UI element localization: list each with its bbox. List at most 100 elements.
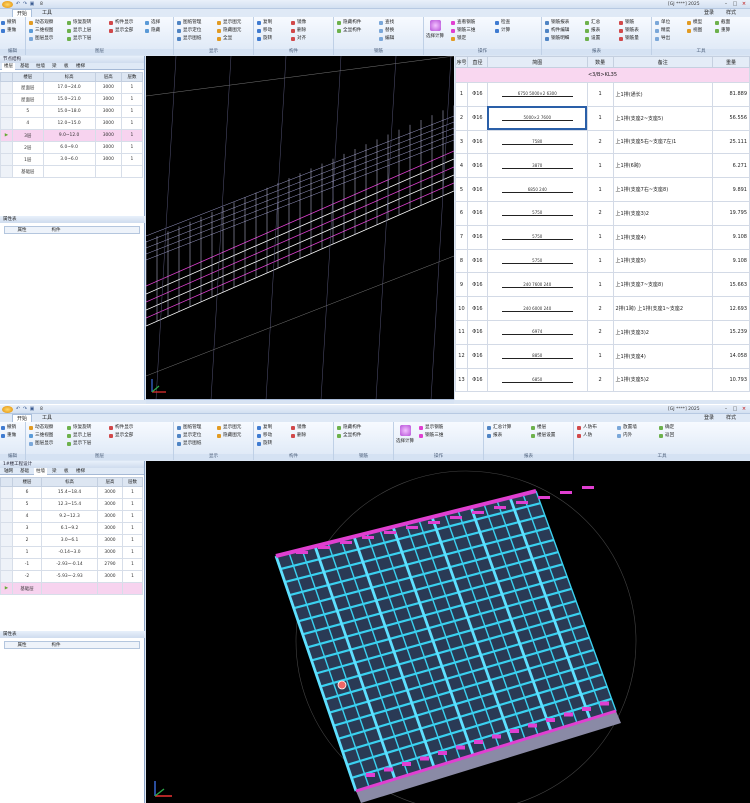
table-cell[interactable]: 10.793	[712, 367, 750, 393]
login-link[interactable]: 登录	[700, 414, 718, 422]
section-button[interactable]: 截面	[714, 19, 730, 26]
table-cell[interactable]: 1	[455, 82, 468, 107]
rebar-button[interactable]: 钢筋	[618, 19, 634, 26]
report-button[interactable]: 报表	[486, 432, 502, 439]
rebar-sketch[interactable]: 5750	[486, 200, 588, 226]
drawing-manage-button[interactable]: 图纸管理	[176, 19, 201, 26]
show-component-button[interactable]: 全显构件	[336, 27, 361, 34]
rebar-row[interactable]: 13 Φ16 6850 2 上1排(支座5)2 10.793	[455, 367, 750, 393]
select-calc-button[interactable]: 选择计算	[396, 424, 414, 450]
table-row[interactable]: 屋面层 17.0~24.0 3000 1	[0, 81, 144, 94]
component-edit-button[interactable]: 构件编辑	[544, 27, 569, 34]
login-link[interactable]: 登录	[700, 9, 718, 17]
table-row[interactable]: 4 9.2~12.3 3000 1	[0, 510, 144, 523]
table-row[interactable]: 基础层	[0, 165, 144, 178]
row-marker[interactable]	[0, 93, 13, 106]
table-cell[interactable]: 3000	[97, 534, 123, 547]
show-all-button[interactable]: 显示全部	[108, 27, 133, 34]
table-cell[interactable]: Φ16	[466, 224, 488, 250]
table-cell[interactable]: 屋面层	[12, 81, 44, 94]
rebar-row[interactable]: 7 Φ16 5750 1 上1排(支座4) 9.108	[455, 224, 750, 250]
table-cell[interactable]: 上1排(支座3)2	[612, 319, 714, 345]
style-menu[interactable]: 样式	[722, 9, 740, 17]
table-cell[interactable]: 1	[120, 81, 144, 94]
delete-button[interactable]: 删除	[290, 432, 306, 439]
table-cell[interactable]	[94, 165, 122, 178]
table-cell[interactable]: 3000	[94, 117, 122, 130]
mirror-button[interactable]: 镜像	[290, 424, 306, 431]
table-cell[interactable]: 上1排(支座4)	[612, 224, 714, 250]
tab-foundation[interactable]: 基础	[18, 468, 31, 475]
rotate-button[interactable]: 旋转	[256, 440, 272, 447]
table-cell[interactable]: 2	[586, 200, 614, 226]
show-upper-button[interactable]: 显示上层	[66, 27, 91, 34]
table-cell[interactable]: Φ16	[466, 248, 488, 274]
hide-button[interactable]: 隐藏	[144, 27, 160, 34]
tab-start[interactable]: 开始	[12, 9, 33, 17]
rebar-sketch[interactable]: 6750 5000×2 6300	[486, 82, 588, 107]
table-cell[interactable]: 1	[121, 522, 144, 535]
row-marker[interactable]	[0, 153, 13, 166]
table-cell[interactable]: 上1排(支座5)	[612, 248, 714, 274]
table-cell[interactable]: 上1排(支座7~支座8)	[612, 272, 714, 298]
table-cell[interactable]: 81.889	[712, 82, 750, 107]
tab-beam[interactable]: 梁	[50, 468, 59, 475]
table-cell[interactable]: 12.3~15.4	[40, 498, 99, 511]
model-button[interactable]: 模型	[686, 19, 702, 26]
summary-calc-button[interactable]: 汇总计算	[486, 424, 511, 431]
row-marker[interactable]	[0, 558, 13, 571]
table-cell[interactable]: 2	[455, 105, 468, 131]
table-cell[interactable]: 3000	[94, 153, 122, 166]
table-cell[interactable]: Φ16	[466, 129, 488, 155]
maximize-button[interactable]: □	[731, 1, 739, 7]
table-cell[interactable]: 3000	[94, 129, 122, 142]
table-row[interactable]: 5 12.3~15.4 3000 1	[0, 498, 144, 511]
unit-button[interactable]: 单位	[654, 19, 670, 26]
full-display-button[interactable]: 全显	[216, 35, 232, 42]
close-button[interactable]: ×	[740, 406, 748, 412]
table-cell[interactable]: 13	[455, 367, 468, 393]
table-cell[interactable]: 3.0~6.1	[40, 534, 99, 547]
table-row[interactable]: 4 12.0~15.0 3000 1	[0, 117, 144, 130]
table-cell[interactable]: 1	[586, 105, 614, 131]
view-button[interactable]: 视图	[686, 27, 702, 34]
view-rebar-button[interactable]: 显示钢筋	[418, 424, 443, 431]
summary-button[interactable]: 汇总	[584, 19, 600, 26]
tab-property[interactable]: 属性	[5, 642, 39, 649]
table-cell[interactable]: 6.1~9.2	[40, 522, 99, 535]
return-button[interactable]: 返回	[658, 432, 674, 439]
move-button[interactable]: 移动	[256, 27, 272, 34]
save-icon[interactable]: ▣	[29, 406, 35, 413]
rotate-button[interactable]: 旋转	[256, 35, 272, 42]
table-cell[interactable]: 3000	[97, 570, 123, 583]
table-cell[interactable]: 上1排(支座5)2	[612, 367, 714, 393]
drawing-manage-button[interactable]: 图纸管理	[176, 424, 201, 431]
rebar-row[interactable]: 3 Φ16 7580 2 上1排(支座5右~支座7左)1 25.111	[455, 129, 750, 155]
tab-component[interactable]: 构件	[39, 227, 73, 234]
table-cell[interactable]: Φ16	[466, 296, 488, 321]
table-row[interactable]: ▶ 3层 9.0~12.0 3000 1	[0, 129, 144, 142]
table-cell[interactable]: 1	[120, 93, 144, 106]
table-row[interactable]: 1层 3.0~6.0 3000 1	[0, 153, 144, 166]
table-row[interactable]: ▶ 基础层	[0, 582, 144, 595]
show-lower-button[interactable]: 显示下层	[66, 35, 91, 42]
row-marker[interactable]	[0, 510, 13, 523]
table-cell[interactable]: 1	[586, 272, 614, 298]
table-cell[interactable]: 2	[586, 296, 614, 321]
table-cell[interactable]: 15.0~21.0	[42, 93, 96, 106]
redo-button[interactable]: 重做	[0, 432, 16, 439]
table-cell[interactable]: 6.0~9.0	[42, 141, 96, 154]
rebar-sketch[interactable]: 7580	[486, 129, 588, 155]
tab-stairs[interactable]: 楼梯	[74, 63, 87, 70]
table-cell[interactable]: 上1排(支座5右~支座7左)1	[612, 129, 714, 155]
table-cell[interactable]: 1	[121, 486, 144, 499]
show-drawing-button[interactable]: 显示图纸	[176, 440, 201, 447]
rebar-sketch[interactable]: 240 7600 240	[486, 272, 588, 298]
tab-property[interactable]: 属性	[5, 227, 39, 234]
table-cell[interactable]: 12	[455, 343, 468, 369]
rebar-row[interactable]: 2 Φ16 5000×2 7600 1 上1排(支座2~支座5) 56.556	[455, 105, 750, 131]
show-element-button[interactable]: 显示图元	[216, 424, 241, 431]
table-cell[interactable]: 1	[586, 343, 614, 369]
table-cell[interactable]: 5	[12, 105, 44, 118]
tab-column-wall[interactable]: 柱墙	[34, 63, 47, 70]
